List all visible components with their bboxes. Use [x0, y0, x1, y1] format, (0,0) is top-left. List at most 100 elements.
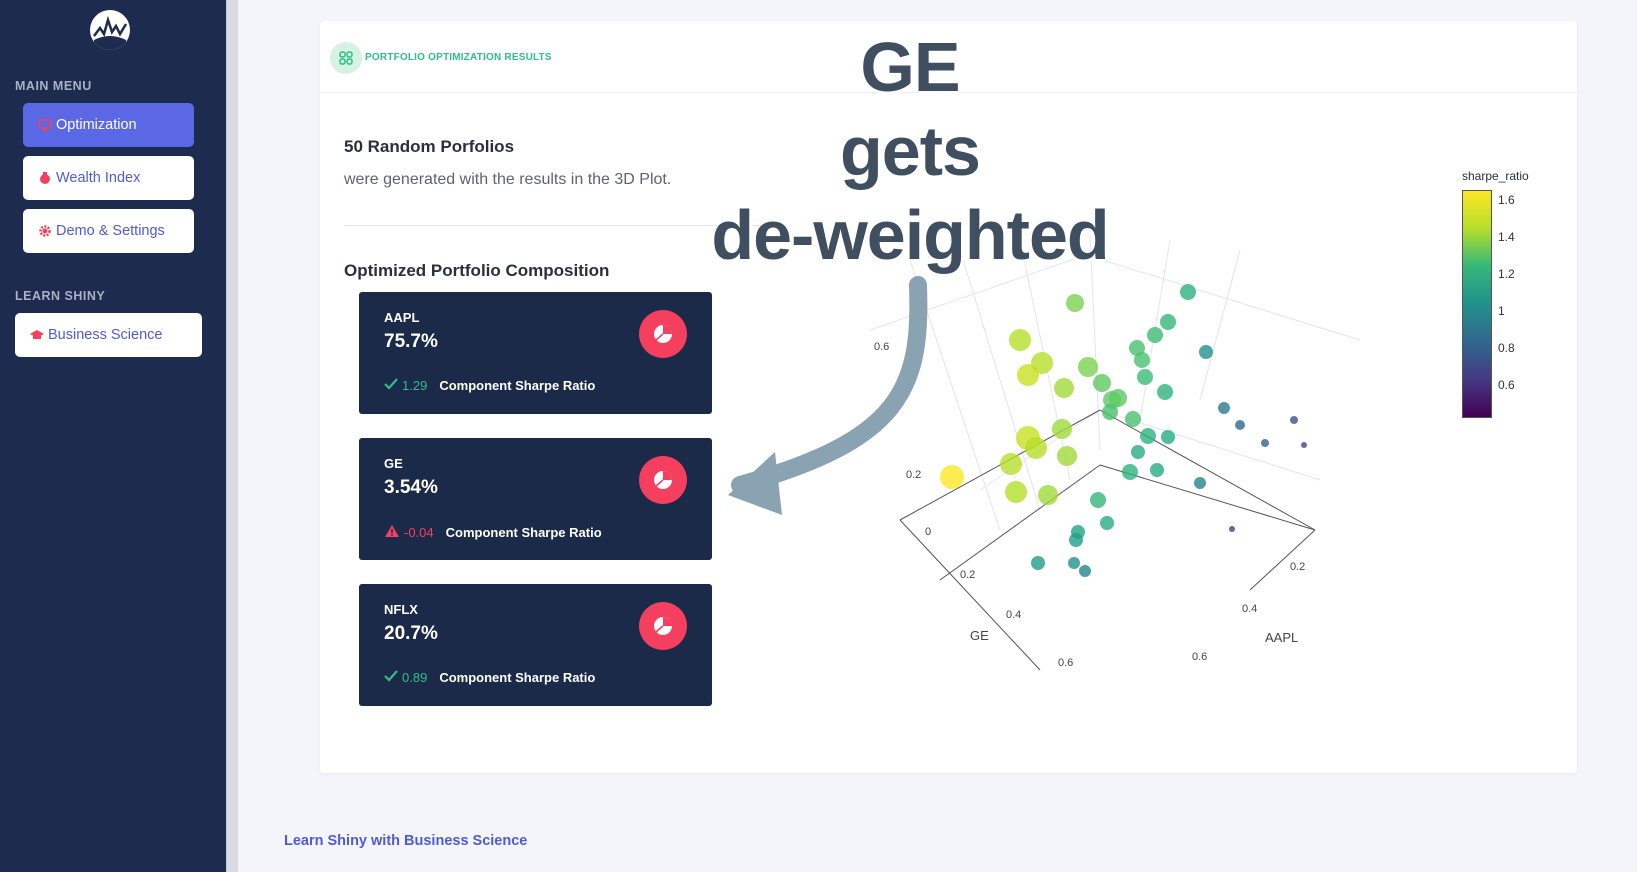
colorbar-ticks: 1.6 1.4 1.2 1 0.8 0.6 [1498, 190, 1538, 418]
scatter-point [1131, 445, 1145, 459]
scatter-point [1069, 533, 1083, 547]
colorbar-tick: 1.6 [1498, 193, 1515, 207]
tick-label: 0.4 [1006, 609, 1021, 621]
gear-icon [38, 224, 52, 238]
tick-label: 0.2 [960, 569, 975, 581]
main-menu-heading: MAIN MENU [15, 79, 92, 93]
scatter-point [1093, 374, 1111, 392]
colorbar-tick: 1.2 [1498, 267, 1515, 281]
scatter-point [1057, 446, 1077, 466]
warning-icon [384, 524, 400, 541]
sharpe-row: 1.29 Component Sharpe Ratio [384, 378, 595, 393]
scatter-point [1122, 464, 1138, 480]
graduation-cap-icon [30, 328, 44, 342]
stock-name: GE [384, 456, 403, 471]
scatter-point [1161, 430, 1175, 444]
scatter-point [1000, 453, 1022, 475]
scatter-point [1290, 416, 1298, 424]
sharpe-row: 0.89 Component Sharpe Ratio [384, 670, 595, 685]
scatter-point [1038, 485, 1058, 505]
scatter-point [1199, 345, 1213, 359]
scatter-point [1017, 364, 1039, 386]
learn-shiny-heading: LEARN SHINY [15, 289, 106, 303]
footer-link[interactable]: Learn Shiny with Business Science [284, 833, 527, 849]
sidebar-item-label: Optimization [56, 117, 137, 133]
scatter-point [1068, 557, 1080, 569]
scatter-point [1261, 439, 1269, 447]
sidebar-item-optimization[interactable]: Optimization [23, 103, 194, 147]
scatter-point [1147, 327, 1163, 343]
scatter-point [1100, 516, 1114, 530]
stock-weight: 75.7% [384, 331, 438, 352]
scatter-point [1137, 369, 1153, 385]
sidebar-scrollbar[interactable] [226, 0, 238, 872]
scatter-point [1194, 477, 1206, 489]
sharpe-label: Component Sharpe Ratio [445, 525, 602, 540]
scatter-point [1229, 526, 1235, 532]
tick-label: 0.2 [1290, 561, 1305, 573]
scatter-point [1125, 411, 1141, 427]
scatter-point [1150, 463, 1164, 477]
annotation-line: GE [860, 28, 960, 106]
stock-card-aapl: AAPL 75.7% 1.29 Component Sharpe Ratio [359, 292, 712, 414]
sharpe-row: -0.04 Component Sharpe Ratio [384, 524, 602, 541]
annotation-line: de-weighted [711, 196, 1109, 274]
scatter-point [1180, 284, 1196, 300]
composition-heading: Optimized Portfolio Composition [344, 261, 610, 280]
sidebar: MAIN MENU Optimization Wealth Index Demo… [0, 0, 226, 872]
scatter-point [1005, 481, 1027, 503]
tick-label: 0.6 [1192, 651, 1207, 663]
colorbar-tick: 0.8 [1498, 341, 1515, 355]
sidebar-item-business-science[interactable]: Business Science [15, 313, 202, 357]
sharpe-label: Component Sharpe Ratio [439, 670, 596, 685]
plot-axes [899, 409, 1316, 671]
logo-icon[interactable] [90, 10, 130, 50]
sidebar-item-wealth-index[interactable]: Wealth Index [23, 156, 194, 200]
scatter-point [1235, 420, 1245, 430]
sidebar-item-label: Wealth Index [56, 170, 141, 186]
scatter-point [1025, 437, 1047, 459]
stock-name: NFLX [384, 602, 418, 617]
colorbar [1462, 190, 1492, 418]
axis-label-aapl: AAPL [1265, 630, 1298, 645]
stock-card-nflx: NFLX 20.7% 0.89 Component Sharpe Ratio [359, 584, 712, 706]
tick-label: 0.6 [1058, 657, 1073, 669]
scatter-point [1134, 352, 1150, 368]
pie-chart-icon[interactable] [639, 310, 687, 358]
scatter-point [1160, 314, 1176, 330]
portfolios-text: were generated with the results in the 3… [344, 171, 672, 188]
pie-chart-icon[interactable] [639, 602, 687, 650]
sharpe-label: Component Sharpe Ratio [439, 378, 596, 393]
annotation-arrow-icon [728, 276, 928, 515]
sidebar-item-label: Demo & Settings [56, 223, 165, 239]
colorbar-tick: 0.6 [1498, 378, 1515, 392]
scatter-point [1140, 428, 1156, 444]
stock-weight: 20.7% [384, 623, 438, 644]
money-bag-icon [38, 171, 52, 185]
stock-weight: 3.54% [384, 477, 438, 498]
pie-chart-icon[interactable] [639, 456, 687, 504]
scatter-point [1078, 357, 1098, 377]
stock-name: AAPL [384, 310, 420, 325]
colorbar-tick: 1.4 [1498, 230, 1515, 244]
sidebar-item-label: Business Science [48, 327, 163, 343]
sharpe-value: 0.89 [402, 670, 428, 685]
check-icon [384, 378, 398, 393]
monitor-icon [38, 118, 52, 132]
scatter-point [1009, 329, 1031, 351]
tick-label: 0.4 [1242, 603, 1257, 615]
scatter-point [1218, 402, 1230, 414]
colorbar-tick: 1 [1498, 304, 1505, 318]
scatter-point [1054, 378, 1074, 398]
scatter-point [1052, 419, 1072, 439]
card-title: PORTFOLIO OPTIMIZATION RESULTS [365, 52, 552, 63]
sharpe-value: 1.29 [402, 378, 428, 393]
annotation-text: GE gets de-weighted [695, 25, 1125, 277]
sidebar-item-demo-settings[interactable]: Demo & Settings [23, 209, 194, 253]
colorbar-title: sharpe_ratio [1462, 169, 1529, 183]
scatter-point [1031, 556, 1045, 570]
grid-icon [330, 42, 362, 74]
annotation-line: gets [840, 112, 981, 190]
portfolios-heading: 50 Random Porfolios [344, 137, 515, 156]
scatter-point [1079, 565, 1091, 577]
